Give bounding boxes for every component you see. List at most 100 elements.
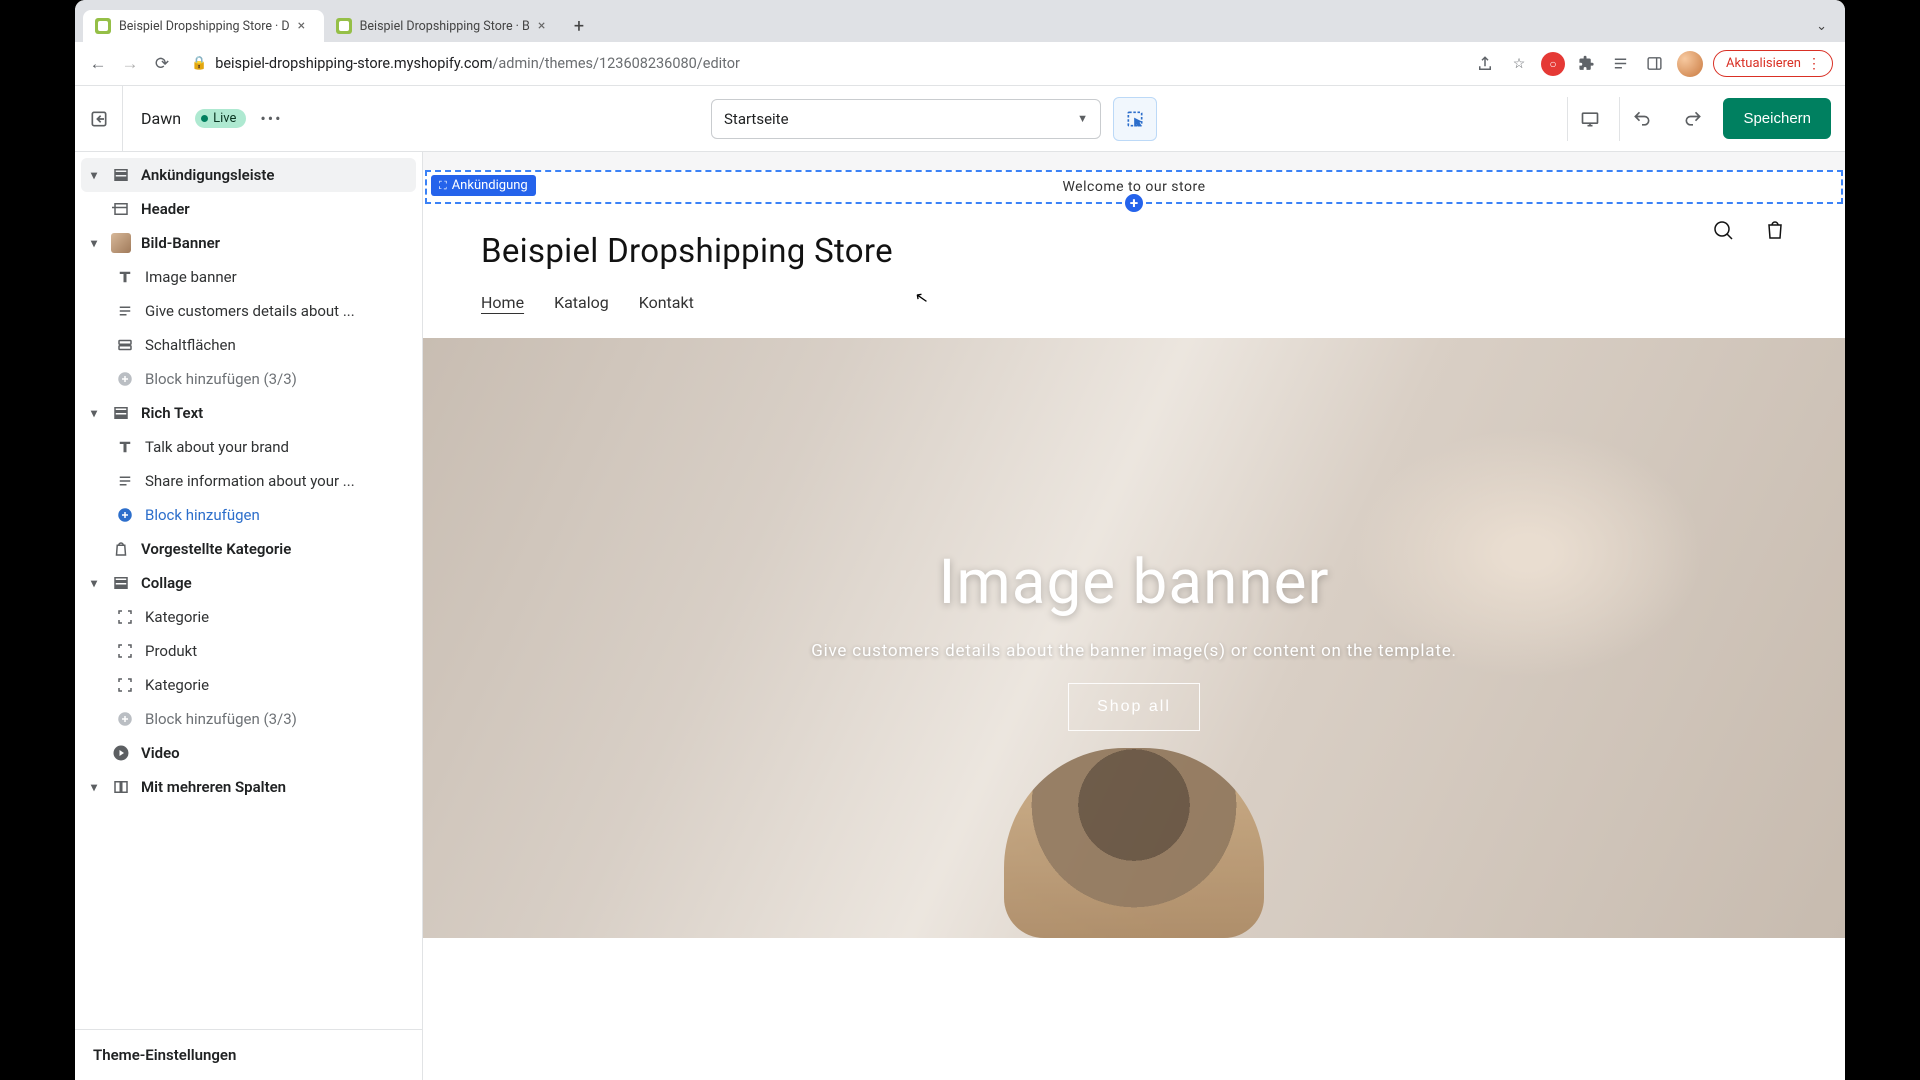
section-row[interactable]: ▾ Bild-Banner — [81, 226, 416, 260]
browser-tab[interactable]: Beispiel Dropshipping Store · B × — [324, 10, 564, 42]
address-bar: ← → ⟳ 🔒 beispiel-dropshipping-store.mysh… — [75, 42, 1845, 86]
lines-icon — [115, 471, 135, 491]
add-section-button[interactable]: + — [1123, 192, 1145, 214]
chevron-down-icon[interactable]: ▾ — [87, 236, 101, 250]
block-row[interactable]: Kategorie — [81, 668, 416, 702]
row-label: Block hinzufügen (3/3) — [145, 710, 297, 728]
rows-icon — [111, 403, 131, 423]
share-icon[interactable] — [1473, 52, 1497, 76]
close-icon[interactable]: × — [298, 18, 312, 34]
lock-icon: 🔒 — [191, 56, 207, 71]
row-label: Bild-Banner — [141, 234, 220, 252]
block-row[interactable]: Block hinzufügen — [81, 498, 416, 532]
block-row[interactable]: Produkt — [81, 634, 416, 668]
menu-item-contact[interactable]: Kontakt — [639, 293, 694, 312]
bag-icon — [111, 539, 131, 559]
row-label: Kategorie — [145, 676, 209, 694]
back-icon[interactable]: ← — [87, 54, 109, 74]
block-row[interactable]: Talk about your brand — [81, 430, 416, 464]
block-row[interactable]: Share information about your ... — [81, 464, 416, 498]
section-row[interactable]: Header — [81, 192, 416, 226]
cart-icon[interactable] — [1763, 218, 1787, 248]
reload-icon[interactable]: ⟳ — [151, 54, 173, 74]
rows-icon — [111, 165, 131, 185]
plus-blue-icon — [115, 505, 135, 525]
extension-blocker-icon[interactable]: ○ — [1541, 52, 1565, 76]
announcement-bar-section[interactable]: ⛶ Ankündigung Welcome to our store + — [425, 170, 1843, 204]
chevron-down-icon[interactable]: ▾ — [87, 168, 101, 182]
browser-tab-active[interactable]: Beispiel Dropshipping Store · D × — [83, 10, 324, 42]
extensions-icon[interactable] — [1575, 52, 1599, 76]
chevron-down-icon[interactable]: ▾ — [87, 576, 101, 590]
section-row[interactable]: Vorgestellte Kategorie — [81, 532, 416, 566]
tab-overflow-icon[interactable]: ⌄ — [1806, 12, 1837, 42]
section-row[interactable]: ▾Collage — [81, 566, 416, 600]
row-label: Block hinzufügen (3/3) — [145, 370, 297, 388]
block-row[interactable]: Block hinzufügen (3/3) — [81, 702, 416, 736]
menu-dots-icon: ⋮ — [1807, 61, 1820, 67]
chevron-down-icon: ▼ — [1077, 112, 1088, 125]
store-menu: Home Katalog Kontakt — [423, 271, 1845, 338]
block-row[interactable]: Image banner — [81, 260, 416, 294]
shopify-favicon — [95, 18, 111, 34]
section-row[interactable]: Video — [81, 736, 416, 770]
theme-settings-link[interactable]: Theme-Einstellungen — [75, 1029, 422, 1080]
rows-icon — [111, 573, 131, 593]
side-panel-icon[interactable] — [1643, 52, 1667, 76]
chevron-down-icon[interactable]: ▾ — [87, 406, 101, 420]
preview-canvas: ⛶ Ankündigung Welcome to our store + ↖ B… — [423, 152, 1845, 1080]
row-label: Share information about your ... — [145, 472, 355, 490]
save-button[interactable]: Speichern — [1723, 98, 1831, 139]
shopify-favicon — [336, 18, 352, 34]
plus-grey-icon — [115, 369, 135, 389]
page-selector[interactable]: Startseite ▼ — [711, 99, 1101, 139]
row-label: Header — [141, 200, 190, 218]
section-badge: ⛶ Ankündigung — [431, 175, 536, 196]
redo-icon[interactable] — [1671, 97, 1715, 141]
image-icon — [111, 233, 131, 253]
header-icon — [111, 199, 131, 219]
row-label: Vorgestellte Kategorie — [141, 540, 291, 558]
banner-subtitle: Give customers details about the banner … — [811, 641, 1457, 661]
row-label: Talk about your brand — [145, 438, 289, 456]
banner-cta-button[interactable]: Shop all — [1068, 683, 1200, 731]
undo-icon[interactable] — [1619, 97, 1663, 141]
more-actions-icon[interactable]: ••• — [260, 109, 282, 128]
row-label: Image banner — [145, 268, 237, 286]
chevron-down-icon[interactable]: ▾ — [87, 780, 101, 794]
frame-icon — [115, 675, 135, 695]
section-row[interactable]: ▾ Ankündigungsleiste — [81, 158, 416, 192]
update-button[interactable]: Aktualisieren ⋮ — [1713, 50, 1833, 77]
expand-icon: ⛶ — [439, 179, 447, 193]
inspector-toggle[interactable] — [1113, 97, 1157, 141]
menu-item-catalog[interactable]: Katalog — [554, 293, 609, 312]
profile-avatar[interactable] — [1677, 51, 1703, 77]
close-icon[interactable]: × — [538, 18, 552, 34]
section-row[interactable]: ▾Mit mehreren Spalten — [81, 770, 416, 804]
browser-tabbar: Beispiel Dropshipping Store · D × Beispi… — [75, 0, 1845, 42]
row-label: Video — [141, 744, 180, 762]
viewport-desktop-icon[interactable] — [1567, 97, 1611, 141]
store-title[interactable]: Beispiel Dropshipping Store — [481, 232, 1787, 271]
image-banner[interactable]: Image banner Give customers details abou… — [423, 338, 1845, 938]
forward-icon[interactable]: → — [119, 54, 141, 74]
row-label: Block hinzufügen — [145, 506, 260, 524]
url-field[interactable]: 🔒 beispiel-dropshipping-store.myshopify.… — [183, 55, 1463, 72]
row-label: Ankündigungsleiste — [141, 166, 274, 184]
menu-item-home[interactable]: Home — [481, 293, 524, 312]
section-row[interactable]: ▾Rich Text — [81, 396, 416, 430]
block-row[interactable]: Block hinzufügen (3/3) — [81, 362, 416, 396]
exit-editor-button[interactable] — [75, 86, 123, 151]
row-label: Kategorie — [145, 608, 209, 626]
block-row[interactable]: Kategorie — [81, 600, 416, 634]
block-row[interactable]: Give customers details about ... — [81, 294, 416, 328]
star-icon[interactable]: ☆ — [1507, 52, 1531, 76]
frame-icon — [115, 641, 135, 661]
reading-list-icon[interactable] — [1609, 52, 1633, 76]
columns-icon — [111, 777, 131, 797]
block-row[interactable]: Schaltflächen — [81, 328, 416, 362]
buttons-icon — [115, 335, 135, 355]
new-tab-button[interactable]: + — [564, 12, 594, 42]
row-label: Produkt — [145, 642, 197, 660]
search-icon[interactable] — [1711, 218, 1735, 248]
